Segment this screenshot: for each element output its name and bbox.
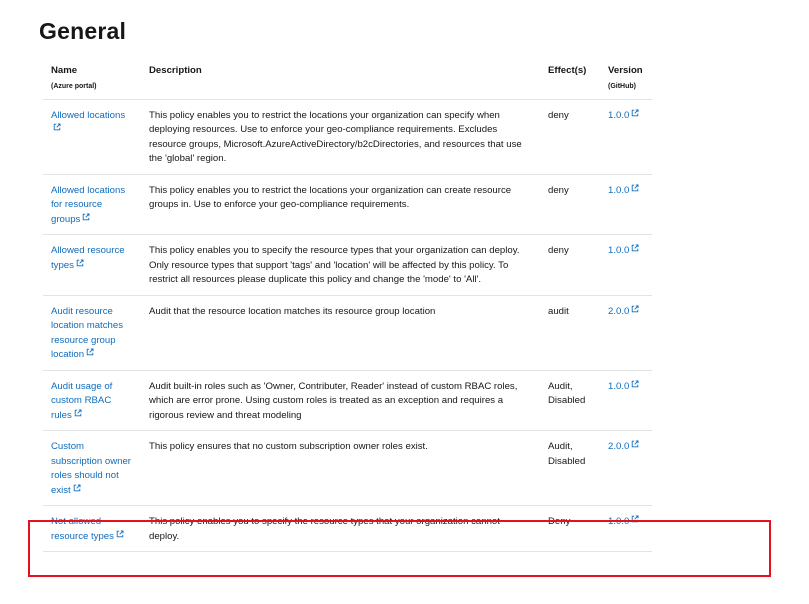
external-link-icon bbox=[632, 305, 639, 312]
table-row: Not allowed resource types This policy e… bbox=[43, 505, 652, 552]
policy-name-link[interactable]: Allowed locations for resource groups bbox=[51, 185, 125, 225]
policy-version-link[interactable]: 1.0.0 bbox=[608, 244, 639, 256]
policy-name-link[interactable]: Audit resource location matches resource… bbox=[51, 306, 123, 361]
policy-version-text: 1.0.0 bbox=[608, 380, 630, 392]
column-header-name-sub: (Azure portal) bbox=[51, 82, 97, 90]
external-link-icon bbox=[73, 484, 81, 491]
column-header-version-label: Version bbox=[608, 65, 643, 76]
policy-name-cell: Audit usage of custom RBAC rules bbox=[43, 370, 141, 431]
policy-version-text: 1.0.0 bbox=[608, 184, 630, 196]
policy-description-cell: This policy ensures that no custom subsc… bbox=[141, 430, 540, 506]
policy-name-link[interactable]: Not allowed resource types bbox=[51, 516, 124, 542]
policy-description-cell: This policy enables you to specify the r… bbox=[141, 234, 540, 296]
external-link-icon bbox=[632, 244, 639, 252]
policy-table: Name (Azure portal) Description Effect(s… bbox=[43, 60, 652, 552]
policy-name-cell: Audit resource location matches resource… bbox=[43, 295, 141, 371]
external-link-icon bbox=[632, 380, 639, 387]
policy-name-text: Allowed locations bbox=[51, 109, 126, 121]
table-row: Allowed locations for resource groups Th… bbox=[43, 174, 652, 235]
policy-name-text: Custom subscription owner roles should n… bbox=[51, 441, 131, 496]
external-link-icon bbox=[116, 530, 124, 537]
policy-effects-cell: deny bbox=[540, 174, 600, 235]
policy-version-cell: 2.0.0 bbox=[600, 430, 652, 506]
table-row: Allowed locations This policy enables yo… bbox=[43, 99, 652, 175]
policy-version-cell: 1.0.0 bbox=[600, 234, 652, 296]
policy-effects-cell: deny bbox=[540, 99, 600, 175]
column-header-version: Version (GitHub) bbox=[600, 60, 652, 100]
policy-description-cell: Audit built-in roles such as 'Owner, Con… bbox=[141, 370, 540, 431]
table-body: Allowed locations This policy enables yo… bbox=[43, 99, 652, 552]
external-link-icon bbox=[74, 409, 82, 416]
external-link-icon bbox=[632, 109, 639, 116]
policy-version-text: 1.0.0 bbox=[608, 245, 630, 256]
external-link-icon bbox=[83, 213, 90, 220]
policy-effects-cell: Audit, Disabled bbox=[540, 370, 600, 431]
column-header-description-label: Description bbox=[149, 65, 202, 76]
policy-effects-cell: Deny bbox=[540, 505, 600, 552]
policy-version-link[interactable]: 1.0.0 bbox=[608, 515, 639, 527]
policy-name-cell: Not allowed resource types bbox=[43, 505, 141, 552]
policy-version-cell: 2.0.0 bbox=[600, 295, 652, 371]
policy-name-cell: Allowed resource types bbox=[43, 234, 141, 296]
policy-description-cell: This policy enables you to restrict the … bbox=[141, 174, 540, 235]
column-header-name: Name (Azure portal) bbox=[43, 60, 141, 100]
policy-version-cell: 1.0.0 bbox=[600, 505, 652, 552]
policy-version-text: 1.0.0 bbox=[608, 516, 630, 527]
section-heading: General bbox=[39, 18, 127, 44]
column-header-version-sub: (GitHub) bbox=[608, 82, 636, 90]
policy-name-cell: Allowed locations bbox=[43, 99, 141, 175]
policy-version-link[interactable]: 1.0.0 bbox=[608, 184, 639, 196]
table-header-row: Name (Azure portal) Description Effect(s… bbox=[43, 60, 652, 100]
policy-description-cell: This policy enables you to restrict the … bbox=[141, 99, 540, 175]
policy-name-link[interactable]: Audit usage of custom RBAC rules bbox=[51, 381, 112, 421]
table-row: Audit usage of custom RBAC rules Audit b… bbox=[43, 370, 652, 431]
policy-effects-cell: audit bbox=[540, 295, 600, 371]
column-header-effects: Effect(s) bbox=[540, 60, 600, 100]
policy-effects-cell: deny bbox=[540, 234, 600, 296]
policy-version-text: 2.0.0 bbox=[608, 441, 630, 452]
policy-version-text: 1.0.0 bbox=[608, 109, 630, 121]
policy-name-link[interactable]: Allowed resource types bbox=[51, 245, 125, 271]
table-row: Custom subscription owner roles should n… bbox=[43, 430, 652, 506]
policy-description-cell: Audit that the resource location matches… bbox=[141, 295, 540, 371]
external-link-icon bbox=[76, 259, 84, 266]
external-link-icon bbox=[632, 440, 639, 448]
policy-version-link[interactable]: 1.0.0 bbox=[608, 380, 639, 392]
table-row: Allowed resource types This policy enabl… bbox=[43, 234, 652, 296]
column-header-description: Description bbox=[141, 60, 540, 100]
external-link-icon bbox=[632, 184, 639, 191]
policy-version-cell: 1.0.0 bbox=[600, 99, 652, 175]
table-row: Audit resource location matches resource… bbox=[43, 295, 652, 371]
policy-version-link[interactable]: 2.0.0 bbox=[608, 305, 639, 317]
policy-version-link[interactable]: 2.0.0 bbox=[608, 440, 639, 452]
policy-name-link[interactable]: Custom subscription owner roles should n… bbox=[51, 441, 131, 496]
page: General Name (Azure portal) Description … bbox=[0, 0, 809, 604]
external-link-icon bbox=[86, 348, 94, 356]
column-header-effects-label: Effect(s) bbox=[548, 65, 587, 76]
external-link-icon bbox=[53, 123, 61, 131]
policy-description-cell: This policy enables you to specify the r… bbox=[141, 505, 540, 552]
policy-name-cell: Custom subscription owner roles should n… bbox=[43, 430, 141, 506]
policy-version-cell: 1.0.0 bbox=[600, 370, 652, 431]
policy-version-text: 2.0.0 bbox=[608, 305, 630, 317]
policy-version-link[interactable]: 1.0.0 bbox=[608, 109, 639, 121]
policy-effects-cell: Audit, Disabled bbox=[540, 430, 600, 506]
policy-name-cell: Allowed locations for resource groups bbox=[43, 174, 141, 235]
column-header-name-label: Name bbox=[51, 65, 78, 76]
policy-name-link[interactable]: Allowed locations bbox=[51, 110, 125, 136]
policy-name-text: Not allowed resource types bbox=[51, 516, 114, 542]
policy-name-text: Allowed resource types bbox=[51, 245, 125, 271]
external-link-icon bbox=[632, 515, 639, 523]
policy-version-cell: 1.0.0 bbox=[600, 174, 652, 235]
